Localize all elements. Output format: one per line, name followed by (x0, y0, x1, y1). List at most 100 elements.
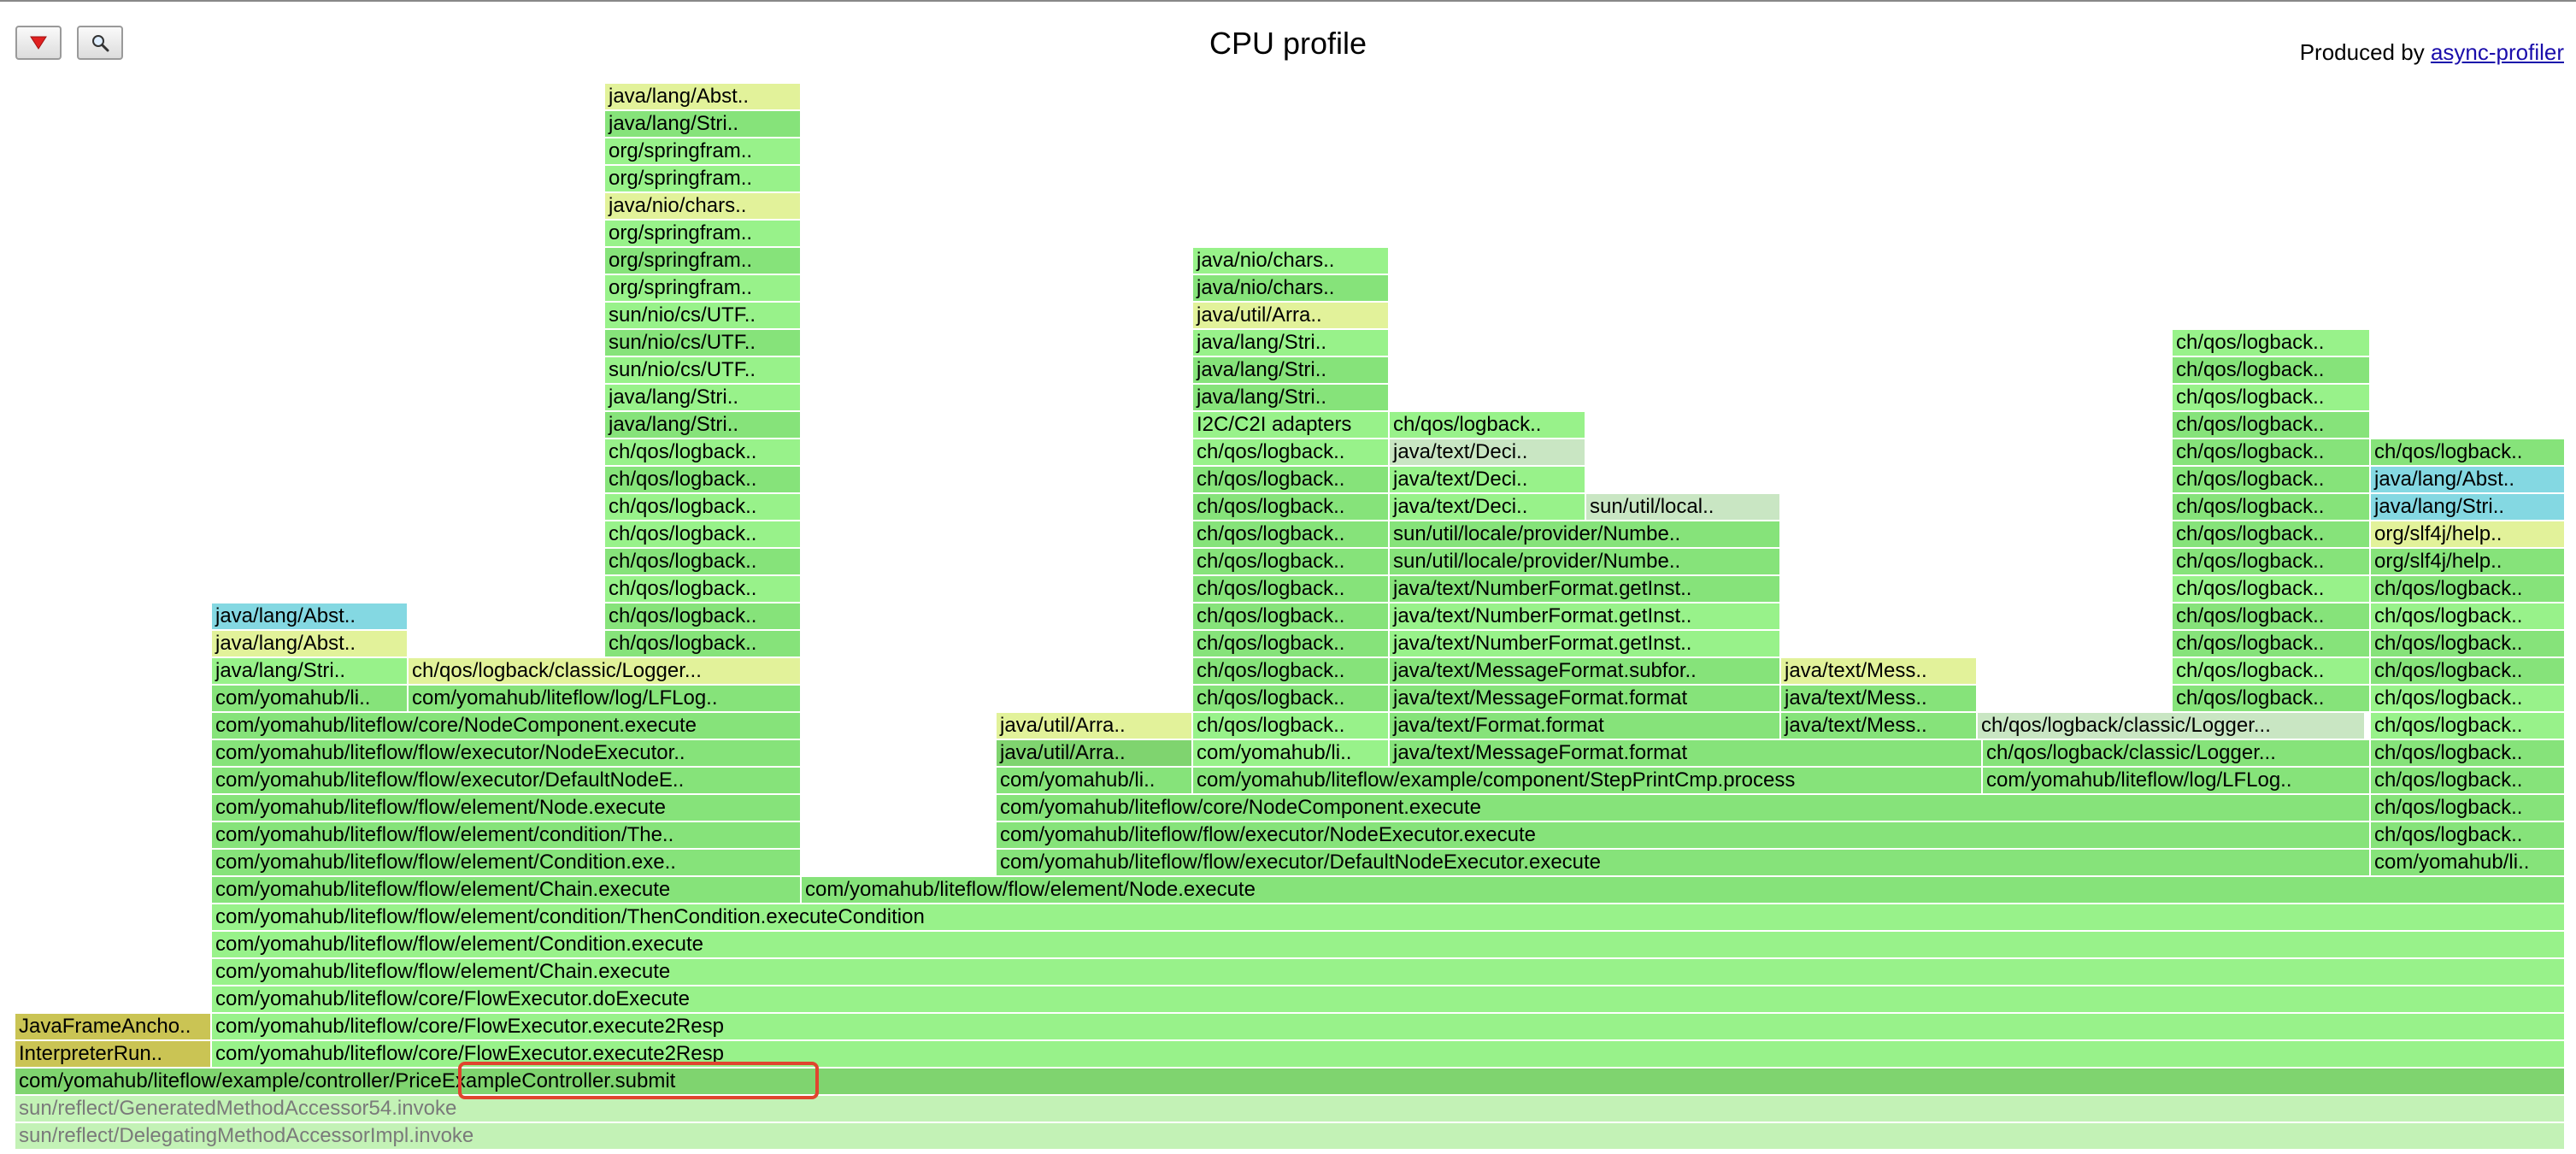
flame-frame[interactable]: com/yomahub/liteflow/core/NodeComponent.… (212, 713, 802, 739)
flame-frame[interactable]: ch/qos/logback.. (2371, 822, 2566, 848)
flame-frame[interactable]: java/text/NumberFormat.getInst.. (1390, 603, 1781, 629)
flame-frame[interactable]: java/nio/chars.. (605, 193, 802, 219)
flame-frame[interactable]: ch/qos/logback.. (1193, 521, 1390, 547)
flame-frame[interactable]: ch/qos/logback.. (2173, 631, 2371, 656)
flame-frame[interactable]: com/yomahub/liteflow/flow/element/condit… (212, 822, 802, 848)
flame-frame[interactable]: ch/qos/logback.. (2371, 603, 2566, 629)
flame-frame[interactable]: sun/util/locale/provider/Numbe.. (1390, 521, 1781, 547)
flame-frame[interactable]: java/text/Format.format (1390, 713, 1781, 739)
flame-frame[interactable]: com/yomahub/liteflow/flow/element/Node.e… (802, 877, 2566, 903)
flame-frame[interactable]: ch/qos/logback.. (605, 631, 802, 656)
flame-frame[interactable]: ch/qos/logback.. (1193, 494, 1390, 520)
flame-frame[interactable]: ch/qos/logback.. (2371, 768, 2566, 793)
flame-frame[interactable]: ch/qos/logback.. (605, 549, 802, 574)
flame-frame[interactable]: ch/qos/logback.. (605, 576, 802, 602)
flame-frame[interactable]: com/yomahub/liteflow/flow/executor/Defau… (997, 850, 2371, 875)
flame-frame[interactable]: java/lang/Stri.. (2371, 494, 2566, 520)
flame-frame[interactable]: ch/qos/logback.. (2173, 521, 2371, 547)
flame-frame[interactable]: InterpreterRun.. (15, 1041, 212, 1067)
flame-frame[interactable]: java/lang/Abst.. (212, 603, 409, 629)
flame-frame[interactable]: ch/qos/logback.. (2173, 330, 2371, 356)
flame-frame[interactable]: com/yomahub/li.. (997, 768, 1193, 793)
flame-frame[interactable]: org/springfram.. (605, 221, 802, 246)
flame-frame[interactable]: org/springfram.. (605, 248, 802, 274)
flame-frame[interactable]: ch/qos/logback.. (2173, 686, 2371, 711)
flame-frame[interactable]: ch/qos/logback.. (605, 439, 802, 465)
flame-frame[interactable]: ch/qos/logback.. (2173, 412, 2371, 438)
flame-frame[interactable]: ch/qos/logback.. (2371, 713, 2566, 739)
flame-frame[interactable]: ch/qos/logback.. (2173, 549, 2371, 574)
flame-frame[interactable]: ch/qos/logback.. (2371, 795, 2566, 821)
flame-frame[interactable]: ch/qos/logback.. (2173, 603, 2371, 629)
flame-frame[interactable]: com/yomahub/liteflow/example/component/S… (1193, 768, 1983, 793)
flame-frame[interactable]: ch/qos/logback.. (1390, 412, 1586, 438)
flame-frame[interactable]: com/yomahub/liteflow/core/FlowExecutor.e… (212, 1014, 2566, 1039)
flame-frame[interactable]: sun/util/local.. (1586, 494, 1781, 520)
flame-frame[interactable]: ch/qos/logback.. (2173, 385, 2371, 410)
flame-frame[interactable]: ch/qos/logback.. (1193, 713, 1390, 739)
flame-frame[interactable]: ch/qos/logback.. (605, 494, 802, 520)
flame-frame[interactable]: ch/qos/logback.. (1193, 631, 1390, 656)
flame-frame[interactable]: ch/qos/logback.. (2371, 439, 2566, 465)
flame-frame[interactable]: ch/qos/logback.. (2173, 658, 2371, 684)
flame-frame[interactable]: com/yomahub/liteflow/flow/element/Condit… (212, 850, 802, 875)
flame-frame[interactable]: sun/reflect/DelegatingMethodAccessorImpl… (15, 1123, 2566, 1149)
flame-frame[interactable]: java/lang/Stri.. (1193, 330, 1390, 356)
flame-frame[interactable]: ch/qos/logback.. (2173, 467, 2371, 492)
flame-frame[interactable]: com/yomahub/liteflow/flow/executor/Defau… (212, 768, 802, 793)
flame-frame[interactable]: ch/qos/logback.. (2371, 576, 2566, 602)
flame-frame[interactable]: ch/qos/logback.. (605, 521, 802, 547)
flame-frame[interactable]: ch/qos/logback.. (2371, 686, 2566, 711)
flame-frame[interactable]: ch/qos/logback.. (2371, 658, 2566, 684)
flame-frame[interactable]: ch/qos/logback.. (1193, 439, 1390, 465)
flame-frame[interactable]: ch/qos/logback.. (1193, 576, 1390, 602)
flame-frame[interactable]: java/lang/Stri.. (1193, 357, 1390, 383)
flame-frame[interactable]: ch/qos/logback.. (1193, 549, 1390, 574)
flame-frame[interactable]: java/lang/Stri.. (1193, 385, 1390, 410)
flame-frame[interactable]: com/yomahub/liteflow/core/FlowExecutor.e… (212, 1041, 2566, 1067)
flame-frame[interactable]: com/yomahub/liteflow/flow/executor/NodeE… (212, 740, 802, 766)
flame-frame[interactable]: java/text/NumberFormat.getInst.. (1390, 576, 1781, 602)
flame-frame[interactable]: ch/qos/logback.. (1193, 658, 1390, 684)
flame-frame[interactable]: sun/nio/cs/UTF.. (605, 330, 802, 356)
flame-frame[interactable]: com/yomahub/liteflow/flow/element/Node.e… (212, 795, 802, 821)
flame-frame[interactable]: java/text/Deci.. (1390, 494, 1586, 520)
flame-frame[interactable]: java/text/MessageFormat.format (1390, 686, 1781, 711)
flame-frame[interactable]: sun/util/locale/provider/Numbe.. (1390, 549, 1781, 574)
flame-frame[interactable]: org/slf4j/help.. (2371, 549, 2566, 574)
flame-frame[interactable]: org/springfram.. (605, 166, 802, 191)
flame-frame[interactable]: com/yomahub/liteflow/flow/executor/NodeE… (997, 822, 2371, 848)
flame-frame[interactable]: ch/qos/logback.. (605, 603, 802, 629)
flame-frame[interactable]: com/yomahub/li.. (212, 686, 409, 711)
flame-frame[interactable]: com/yomahub/li.. (2371, 850, 2566, 875)
flame-frame[interactable]: com/yomahub/liteflow/log/LFLog.. (409, 686, 802, 711)
flame-frame[interactable]: sun/nio/cs/UTF.. (605, 357, 802, 383)
flame-frame[interactable]: ch/qos/logback/classic/Logger... (1978, 713, 2366, 739)
flame-frame[interactable]: com/yomahub/liteflow/core/NodeComponent.… (997, 795, 2371, 821)
flame-frame[interactable]: org/springfram.. (605, 138, 802, 164)
flame-frame[interactable]: ch/qos/logback.. (2173, 357, 2371, 383)
flame-frame[interactable]: ch/qos/logback.. (605, 467, 802, 492)
flame-frame[interactable]: java/util/Arra.. (997, 740, 1193, 766)
flame-frame[interactable]: java/lang/Abst.. (2371, 467, 2566, 492)
flame-frame[interactable]: com/yomahub/liteflow/flow/element/Chain.… (212, 959, 2566, 985)
flame-frame[interactable]: ch/qos/logback.. (2371, 631, 2566, 656)
flame-frame[interactable]: ch/qos/logback.. (2173, 576, 2371, 602)
flame-frame[interactable]: org/slf4j/help.. (2371, 521, 2566, 547)
flame-frame[interactable]: sun/reflect/GeneratedMethodAccessor54.in… (15, 1096, 2566, 1122)
flame-frame[interactable]: ch/qos/logback/classic/Logger... (1983, 740, 2371, 766)
flame-frame[interactable]: java/text/NumberFormat.getInst.. (1390, 631, 1781, 656)
flame-frame[interactable]: ch/qos/logback.. (2371, 740, 2566, 766)
flame-frame[interactable]: java/util/Arra.. (1193, 303, 1390, 328)
flame-frame[interactable]: ch/qos/logback.. (2173, 494, 2371, 520)
flame-frame[interactable]: com/yomahub/liteflow/example/controller/… (15, 1069, 2566, 1094)
flame-frame[interactable]: com/yomahub/liteflow/flow/element/condit… (212, 904, 2566, 930)
flame-frame[interactable]: com/yomahub/liteflow/flow/element/Condit… (212, 932, 2566, 957)
flame-frame[interactable]: com/yomahub/li.. (1193, 740, 1390, 766)
flame-frame[interactable]: sun/nio/cs/UTF.. (605, 303, 802, 328)
flame-frame[interactable]: java/text/MessageFormat.format (1390, 740, 1983, 766)
flame-frame[interactable]: java/text/Mess.. (1781, 686, 1978, 711)
flame-frame[interactable]: ch/qos/logback.. (1193, 467, 1390, 492)
flame-frame[interactable]: ch/qos/logback/classic/Logger... (409, 658, 802, 684)
flame-frame[interactable]: com/yomahub/liteflow/log/LFLog.. (1983, 768, 2371, 793)
